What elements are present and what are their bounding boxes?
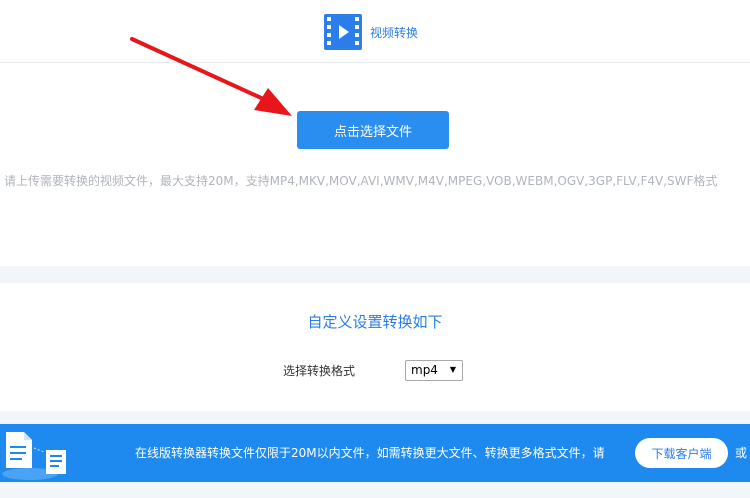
video-icon	[324, 14, 362, 50]
tab-video-convert[interactable]: 视频转换	[324, 14, 418, 50]
banner-text: 在线版转换器转换文件仅限于20M以内文件，如需转换更大文件、转换更多格式文件，请	[135, 446, 605, 460]
choose-file-button[interactable]: 点击选择文件	[297, 111, 449, 149]
format-label: 选择转换格式	[283, 364, 356, 378]
upload-card: 视频转换 点击选择文件 请上传需要转换的视频文件，最大支持20M，支持MP4,M…	[0, 0, 750, 266]
download-client-button[interactable]: 下载客户端	[635, 438, 728, 468]
settings-title: 自定义设置转换如下	[307, 313, 443, 331]
promo-banner: 在线版转换器转换文件仅限于20M以内文件，如需转换更大文件、转换更多格式文件，请…	[0, 424, 750, 482]
format-select[interactable]: mp4 ▼	[405, 360, 463, 381]
banner-or-text: 或	[735, 446, 748, 460]
tab-label: 视频转换	[370, 25, 419, 40]
format-selected-value: mp4	[411, 363, 438, 377]
dropdown-caret-icon: ▼	[449, 365, 456, 374]
document-illustration-icon	[2, 432, 66, 480]
settings-card: 自定义设置转换如下 选择转换格式 mp4 ▼	[0, 283, 750, 411]
upload-hint: 请上传需要转换的视频文件，最大支持20M，支持MP4,MKV,MOV,AVI,W…	[4, 174, 718, 188]
tab-bar: 视频转换	[0, 0, 750, 63]
red-arrow-annotation	[130, 37, 292, 116]
